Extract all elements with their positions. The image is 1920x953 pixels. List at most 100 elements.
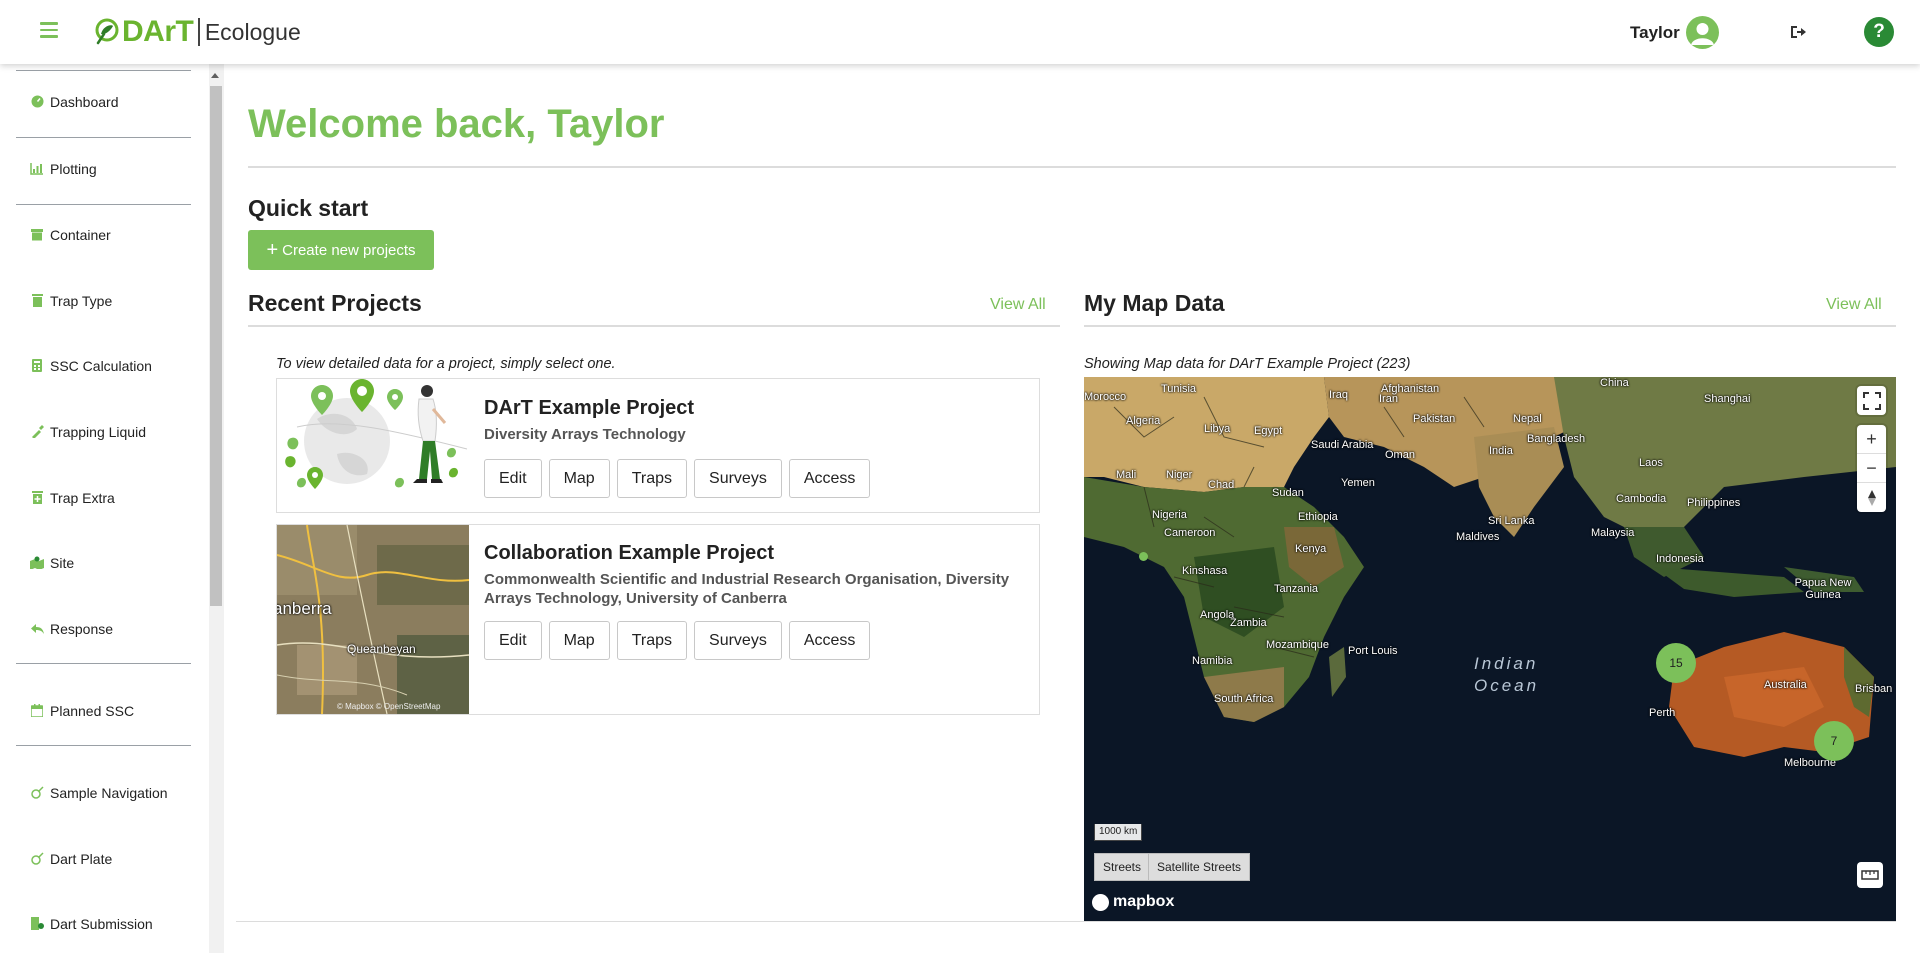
sidebar-divider [16, 70, 191, 71]
streets-style-button[interactable]: Streets [1094, 853, 1151, 881]
reply-icon [30, 622, 44, 636]
trap-extra-icon [30, 491, 44, 505]
map-place-label: Oman [1385, 449, 1415, 461]
map-place-label: Pakistan [1413, 413, 1456, 425]
traps-button[interactable]: Traps [616, 459, 688, 498]
project-card[interactable]: anberra Queanbeyan © Mapbox © OpenStreet… [276, 524, 1040, 715]
map-button[interactable]: Map [548, 621, 610, 660]
sidebar-divider [16, 663, 191, 664]
zoom-out-button[interactable]: − [1857, 454, 1886, 483]
map-place-label: South Africa [1214, 693, 1274, 705]
sidebar-item-planned-ssc[interactable]: Planned SSC [30, 703, 134, 719]
sidebar-item-label: Sample Navigation [50, 785, 168, 801]
project-map-thumbnail: anberra Queanbeyan © Mapbox © OpenStreet… [277, 525, 469, 714]
sidebar-item-trap-type[interactable]: Trap Type [30, 293, 112, 309]
map-place-label: Egypt [1254, 425, 1283, 437]
map-place-label: India [1489, 445, 1513, 457]
sidebar-item-trapping-liquid[interactable]: Trapping Liquid [30, 424, 146, 440]
map-place-label: Port Louis [1348, 645, 1398, 657]
dropper-icon [30, 425, 44, 439]
sidebar-item-dashboard[interactable]: Dashboard [30, 94, 119, 110]
dashboard-icon [30, 95, 44, 109]
sidebar-item-container[interactable]: Container [30, 227, 111, 243]
project-title[interactable]: DArT Example Project [484, 397, 694, 420]
map-button[interactable]: Map [548, 459, 610, 498]
sidebar-item-trap-extra[interactable]: Trap Extra [30, 490, 115, 506]
ruler-icon[interactable] [1857, 862, 1883, 888]
surveys-button[interactable]: Surveys [694, 459, 782, 498]
sidebar-divider [16, 137, 191, 138]
map-place-label: Tanzania [1274, 583, 1319, 595]
map-data-note: Showing Map data for DArT Example Projec… [1084, 356, 1411, 372]
map-place-label: Algeria [1126, 415, 1161, 427]
recent-projects-view-all-link[interactable]: View All [990, 296, 1046, 314]
traps-button[interactable]: Traps [616, 621, 688, 660]
map-place-label: Mozambique [1266, 639, 1329, 651]
zoom-in-button[interactable]: + [1857, 425, 1886, 454]
sidebar-item-label: Trapping Liquid [50, 424, 146, 440]
app-logo[interactable]: DArT Ecologue [94, 14, 301, 50]
calculator-icon [30, 359, 44, 373]
surveys-button[interactable]: Surveys [694, 621, 782, 660]
sidebar-item-label: Plotting [50, 161, 97, 177]
menu-icon[interactable] [40, 22, 58, 38]
project-title[interactable]: Collaboration Example Project [484, 542, 774, 565]
fullscreen-button[interactable] [1857, 386, 1886, 415]
map-marker[interactable] [1139, 552, 1148, 561]
project-card[interactable]: DArT Example Project Diversity Arrays Te… [276, 378, 1040, 513]
brand-name: DArT [122, 15, 194, 48]
create-project-button[interactable]: + Create new projects [248, 230, 434, 270]
sidebar-item-ssc-calculation[interactable]: SSC Calculation [30, 358, 152, 374]
map-place-label: China [1600, 377, 1629, 389]
project-actions: Edit Map Traps Surveys Access [484, 459, 877, 498]
access-button[interactable]: Access [788, 621, 871, 660]
map-place-label: Chad [1208, 479, 1235, 491]
sidebar-divider [16, 745, 191, 746]
map-cluster[interactable]: 15 [1656, 643, 1696, 683]
logo-divider [198, 18, 200, 46]
map-place-label: Sudan [1272, 487, 1304, 499]
map-place-label: Bangladesh [1527, 433, 1586, 445]
compass-icon[interactable] [1857, 483, 1886, 512]
sidebar-item-label: Planned SSC [50, 703, 135, 719]
map-place-label: Iraq [1329, 389, 1348, 401]
sidebar-item-sample-navigation[interactable]: Sample Navigation [30, 785, 168, 801]
world-map[interactable]: Morocco Tunisia Algeria Libya Egypt Iraq… [1084, 377, 1896, 921]
sidebar-item-label: Response [50, 621, 114, 637]
satellite-streets-style-button[interactable]: Satellite Streets [1148, 853, 1251, 881]
user-avatar-icon[interactable] [1686, 16, 1719, 49]
map-place-label: Kenya [1295, 543, 1327, 555]
create-project-label: Create new projects [282, 241, 416, 259]
user-name[interactable]: Taylor [1630, 23, 1680, 43]
sidebar-item-response[interactable]: Response [30, 621, 113, 637]
top-navbar: DArT Ecologue Taylor ? [0, 0, 1920, 64]
logout-icon[interactable] [1788, 22, 1808, 42]
edit-button[interactable]: Edit [484, 459, 542, 498]
calendar-icon [30, 704, 44, 718]
sidebar-scrollbar-thumb[interactable] [210, 86, 222, 606]
sidebar-item-plotting[interactable]: Plotting [30, 161, 97, 177]
sample-icon [30, 786, 44, 800]
access-button[interactable]: Access [788, 459, 871, 498]
trap-type-icon [30, 294, 44, 308]
sidebar-item-site[interactable]: Site [30, 555, 74, 571]
map-place-label: Saudi Arabia [1311, 439, 1374, 451]
map-place-label: Afghanistan [1381, 383, 1440, 395]
plus-icon: + [266, 239, 279, 261]
map-place-label: Sri Lanka [1488, 515, 1535, 527]
help-button[interactable]: ? [1864, 17, 1894, 47]
edit-button[interactable]: Edit [484, 621, 542, 660]
map-data-divider [1084, 325, 1896, 327]
sidebar-item-label: Container [50, 227, 111, 243]
scroll-up-arrow-icon[interactable] [211, 73, 219, 78]
sidebar-item-label: Dart Plate [50, 851, 113, 867]
map-place-label: Perth [1649, 707, 1676, 719]
map-place-label: Philippines [1687, 497, 1741, 509]
sidebar-item-dart-submission[interactable]: Dart Submission [30, 916, 153, 932]
fullscreen-icon [1857, 386, 1886, 415]
map-data-view-all-link[interactable]: View All [1826, 296, 1882, 314]
map-place-label: Mali [1116, 469, 1137, 481]
map-place-label: Libya [1204, 423, 1231, 435]
map-cluster[interactable]: 7 [1814, 721, 1854, 761]
sidebar-item-dart-plate[interactable]: Dart Plate [30, 851, 112, 867]
